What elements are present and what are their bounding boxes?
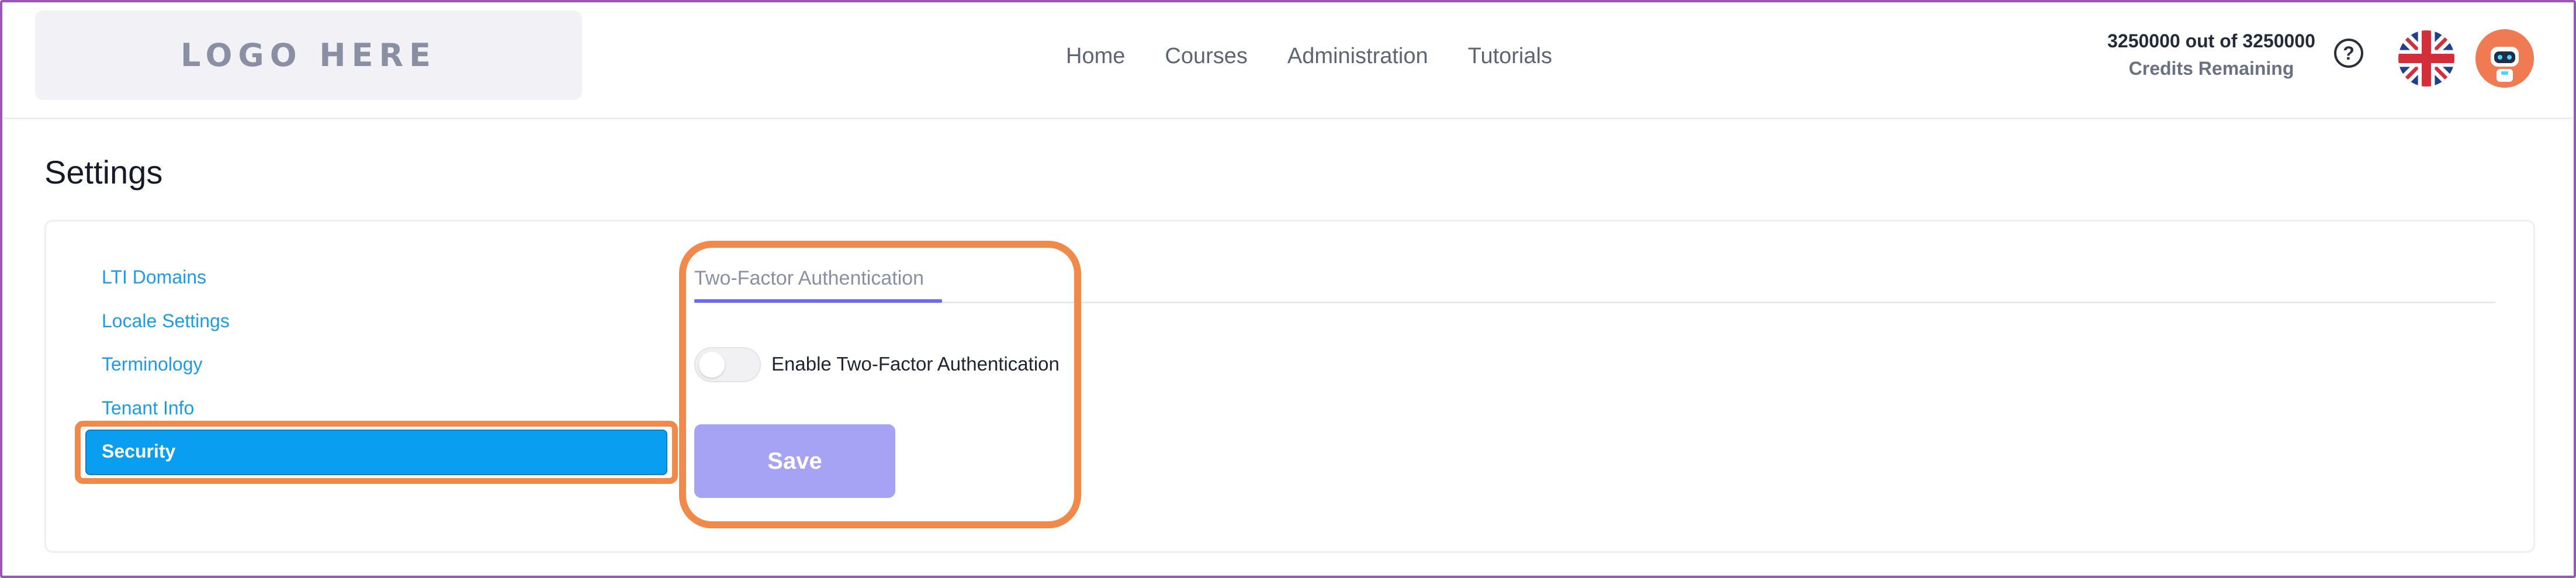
nav-tutorials[interactable]: Tutorials <box>1468 37 1552 75</box>
help-symbol: ? <box>2343 42 2355 64</box>
credits-display: 3250000 out of 3250000 Credits Remaining <box>2094 30 2328 79</box>
sidebar-item-locale-settings[interactable]: Locale Settings <box>102 309 230 333</box>
top-header: LOGO HERE Home Courses Administration Tu… <box>2 2 2574 119</box>
app-frame: LOGO HERE Home Courses Administration Tu… <box>0 0 2576 578</box>
content-highlight-ring <box>679 241 1081 528</box>
logo[interactable]: LOGO HERE <box>35 11 582 100</box>
nav-home[interactable]: Home <box>1066 37 1125 75</box>
page-title: Settings <box>44 154 163 191</box>
sidebar-item-terminology[interactable]: Terminology <box>102 352 203 376</box>
nav-administration[interactable]: Administration <box>1287 37 1428 75</box>
help-icon[interactable]: ? <box>2334 39 2363 68</box>
main-nav: Home Courses Administration Tutorials <box>1066 37 1592 75</box>
sidebar-item-tenant-info[interactable]: Tenant Info <box>102 396 194 420</box>
credits-label: Credits Remaining <box>2128 58 2294 79</box>
settings-card <box>44 220 2535 553</box>
nav-courses[interactable]: Courses <box>1165 37 1248 75</box>
credits-count: 3250000 out of 3250000 <box>2107 30 2315 51</box>
sidebar-item-lti-domains[interactable]: LTI Domains <box>102 265 206 289</box>
robot-avatar-icon[interactable] <box>2475 29 2534 88</box>
uk-flag-icon[interactable] <box>2398 30 2454 86</box>
sidebar-item-security-label: Security <box>102 441 176 462</box>
logo-text: LOGO HERE <box>181 37 437 74</box>
